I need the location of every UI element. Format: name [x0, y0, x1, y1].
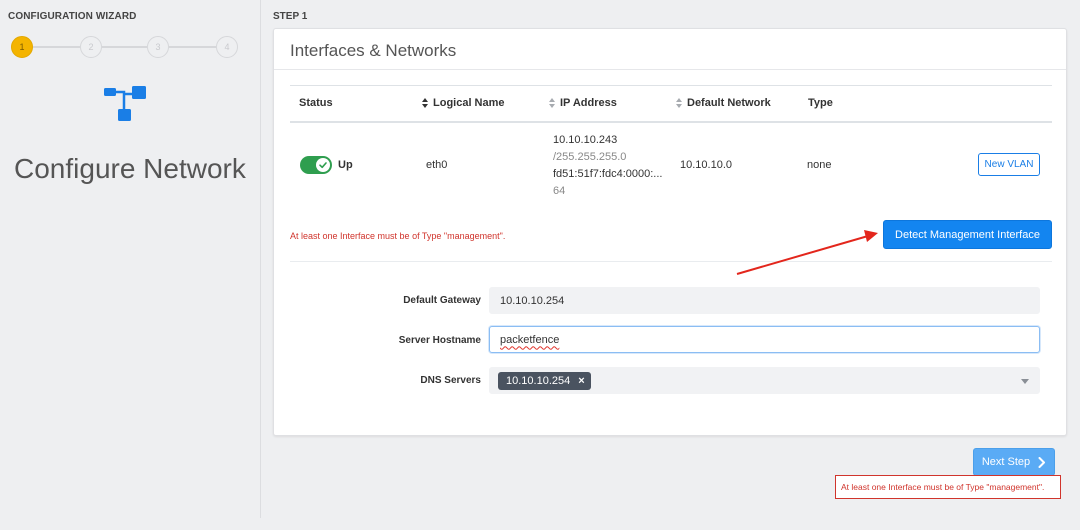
ipv6-address-line: fd51:51f7:fdc4:0000:...	[553, 168, 663, 180]
wizard-title: CONFIGURATION WIZARD	[8, 11, 137, 22]
divider	[290, 121, 1052, 123]
dns-servers-select[interactable]: 10.10.10.254 ×	[489, 367, 1040, 394]
next-step-error-tooltip: At least one Interface must be of Type "…	[835, 475, 1061, 499]
default-network-cell: 10.10.10.0	[680, 159, 732, 171]
status-toggle[interactable]	[300, 156, 332, 174]
interfaces-card: Interfaces & Networks Status Logical Nam…	[273, 28, 1067, 436]
page-title: Configure Network	[14, 153, 246, 184]
tag-remove-icon[interactable]: ×	[578, 375, 584, 387]
step-connector	[169, 46, 216, 48]
toggle-knob	[316, 158, 330, 172]
step-connector	[102, 46, 147, 48]
check-icon	[319, 162, 327, 169]
column-header-label: Default Network	[687, 97, 771, 109]
column-header-label: Type	[808, 97, 833, 109]
wizard-step-4[interactable]: 4	[216, 36, 238, 58]
card-title: Interfaces & Networks	[290, 41, 457, 60]
default-gateway-value: 10.10.10.254	[500, 294, 565, 307]
default-gateway-label: Default Gateway	[403, 295, 481, 306]
server-hostname-value: packetfence	[500, 333, 560, 346]
column-header-status[interactable]: Status	[299, 97, 333, 109]
step-label: STEP 1	[273, 11, 308, 22]
column-header-label: Logical Name	[433, 97, 505, 109]
default-gateway-input[interactable]: 10.10.10.254	[489, 287, 1040, 314]
logical-name-cell: eth0	[426, 159, 448, 171]
netmask-line: /255.255.255.0	[553, 151, 627, 163]
server-hostname-label: Server Hostname	[398, 335, 481, 346]
detect-management-interface-button[interactable]: Detect Management Interface	[883, 220, 1052, 249]
wizard-step-2[interactable]: 2	[80, 36, 102, 58]
wizard-step-3[interactable]: 3	[147, 36, 169, 58]
ipv6-prefix-line: 64	[553, 185, 566, 197]
server-hostname-input[interactable]: packetfence	[489, 326, 1040, 353]
ip-address-line: 10.10.10.243	[553, 134, 618, 146]
sort-icon	[676, 98, 683, 108]
dns-servers-label: DNS Servers	[420, 375, 481, 386]
divider	[290, 85, 1052, 86]
next-step-button[interactable]: Next Step	[973, 448, 1055, 476]
new-vlan-button[interactable]: New VLAN	[978, 153, 1040, 176]
column-header-type[interactable]: Type	[808, 97, 833, 109]
column-header-logical-name[interactable]: Logical Name	[422, 97, 505, 109]
next-step-error-text: At least one Interface must be of Type "…	[841, 482, 1045, 492]
column-header-label: Status	[299, 97, 333, 109]
dns-server-tag-label: 10.10.10.254	[506, 374, 571, 387]
status-label: Up	[338, 159, 353, 171]
wizard-sidebar: CONFIGURATION WIZARD 1 2 3 4 Configure N…	[0, 0, 261, 518]
sort-icon	[422, 98, 429, 108]
chevron-right-icon	[1038, 456, 1046, 468]
step-connector	[33, 46, 80, 48]
sort-icon	[549, 98, 556, 108]
divider	[290, 261, 1052, 262]
chevron-down-icon[interactable]	[1021, 379, 1029, 384]
column-header-default-network[interactable]: Default Network	[676, 97, 771, 109]
type-cell: none	[807, 159, 832, 171]
dns-server-tag: 10.10.10.254 ×	[498, 371, 591, 390]
management-error-message: At least one Interface must be of Type "…	[290, 231, 506, 241]
column-header-label: IP Address	[560, 97, 617, 109]
column-header-ip-address[interactable]: IP Address	[549, 97, 617, 109]
next-step-label: Next Step	[981, 456, 1031, 468]
wizard-step-1[interactable]: 1	[11, 36, 33, 58]
divider	[274, 69, 1066, 70]
network-diagram-icon	[104, 86, 146, 121]
